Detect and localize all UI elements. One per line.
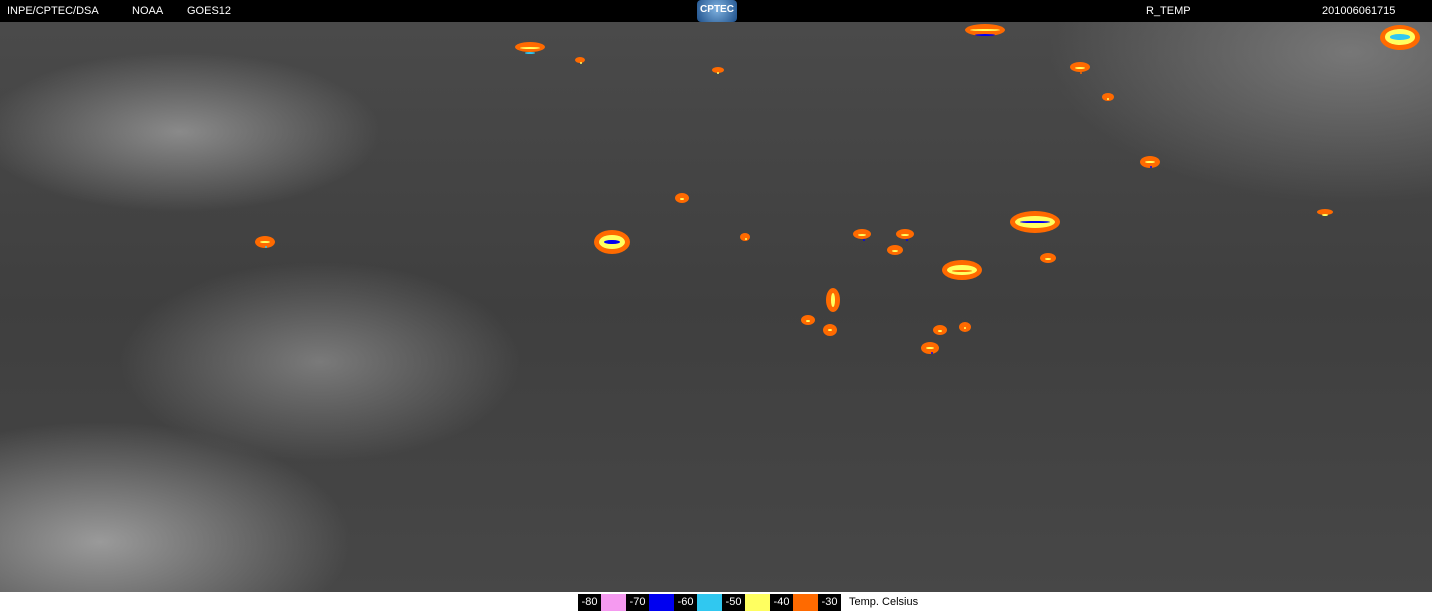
cold-cloud-top xyxy=(951,269,973,272)
cold-cloud-top xyxy=(963,326,967,329)
cold-cloud-top xyxy=(905,238,908,241)
legend-swatch xyxy=(649,594,674,611)
cold-cloud-top xyxy=(862,238,865,241)
cold-cloud-top xyxy=(930,351,933,354)
legend-swatch xyxy=(793,594,818,611)
cold-cloud-top xyxy=(579,61,582,64)
legend-label: -60 xyxy=(674,594,697,611)
cold-cloud-top xyxy=(1389,34,1411,40)
temperature-legend: -80 -70 -60 -50 -40 -30 Temp. Celsius xyxy=(578,594,918,611)
legend-label: -30 xyxy=(818,594,841,611)
cold-cloud-top xyxy=(264,245,267,248)
cold-cloud-top xyxy=(974,33,996,36)
cold-cloud-top xyxy=(1149,165,1152,168)
legend-label: -80 xyxy=(578,594,601,611)
legend-swatch xyxy=(697,594,722,611)
cold-cloud-top xyxy=(519,46,541,49)
cold-cloud-top xyxy=(805,319,811,322)
cold-cloud-top xyxy=(716,71,720,74)
header-bar: INPE/CPTEC/DSA NOAA GOES12 CPTEC R_TEMP … xyxy=(0,0,1432,22)
legend-label: -70 xyxy=(626,594,649,611)
cold-cloud-top xyxy=(679,197,685,200)
cold-cloud-top xyxy=(1044,257,1052,260)
cptec-logo: CPTEC xyxy=(697,0,737,22)
cold-cloud-top xyxy=(744,237,747,240)
cold-cloud-top xyxy=(891,249,899,252)
cold-cloud-top xyxy=(1079,71,1082,74)
legend-swatch xyxy=(601,594,626,611)
cold-cloud-top xyxy=(524,51,536,54)
legend-label: -50 xyxy=(722,594,745,611)
cold-cloud-top xyxy=(937,329,943,332)
cold-cloud-top xyxy=(1321,213,1329,216)
satellite-image xyxy=(0,22,1432,592)
legend-swatch xyxy=(745,594,770,611)
legend-unit: Temp. Celsius xyxy=(849,596,919,608)
cold-cloud-top xyxy=(1074,66,1086,69)
source-label: INPE/CPTEC/DSA xyxy=(7,5,99,17)
legend-label: -40 xyxy=(770,594,793,611)
satellite-label: GOES12 xyxy=(187,5,232,17)
cold-cloud-top xyxy=(900,233,910,236)
timestamp-label: 201006061715 xyxy=(1322,5,1396,17)
agency-label: NOAA xyxy=(132,5,164,17)
cold-cloud-top xyxy=(1106,97,1110,100)
cold-cloud-top xyxy=(857,233,867,236)
product-label: R_TEMP xyxy=(1146,5,1191,17)
